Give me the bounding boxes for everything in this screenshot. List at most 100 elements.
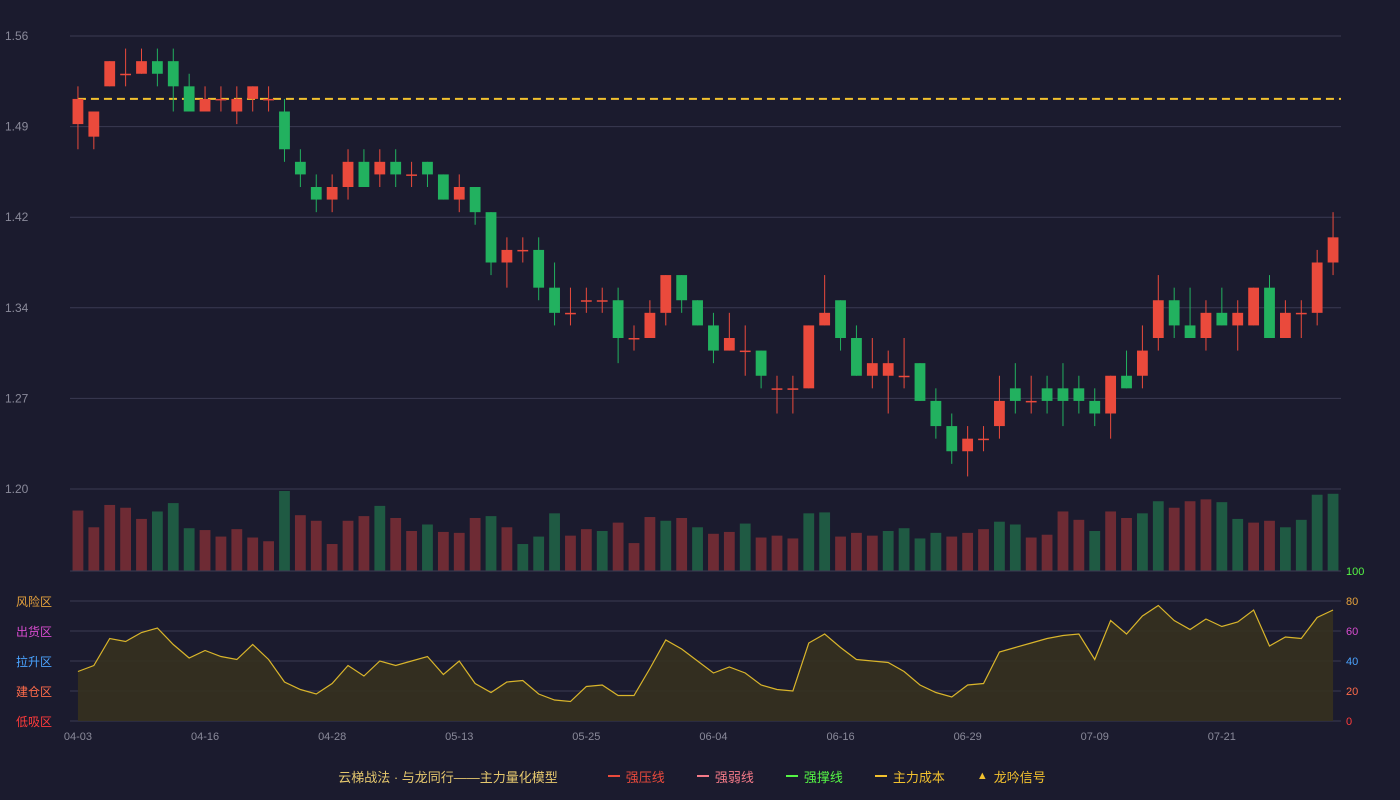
candle-body bbox=[723, 338, 735, 351]
candle-body bbox=[1279, 312, 1291, 338]
legend-item-strength-line[interactable]: 强弱线 bbox=[696, 767, 754, 786]
zone-label: 风险区 bbox=[16, 594, 52, 609]
candle-body bbox=[1168, 300, 1180, 326]
volume-bar bbox=[978, 529, 989, 571]
candle-body bbox=[1216, 312, 1228, 326]
volume-bar bbox=[501, 527, 513, 571]
candle-body bbox=[628, 338, 640, 340]
candle-body bbox=[1137, 350, 1148, 376]
x-tick-label: 05-13 bbox=[445, 731, 473, 743]
legend-label: 强撑线 bbox=[803, 769, 843, 785]
legend-item-strong-pressure[interactable]: 强压线 bbox=[607, 767, 665, 786]
candle-body bbox=[1184, 325, 1196, 338]
volume-bar bbox=[1025, 537, 1037, 571]
x-tick-label: 04-03 bbox=[64, 731, 92, 743]
candle-body bbox=[946, 426, 958, 452]
volume-bar bbox=[676, 517, 688, 571]
candle-body bbox=[1073, 388, 1085, 401]
candle-body bbox=[1295, 312, 1307, 315]
price-tick-label: 1.20 bbox=[5, 482, 29, 496]
candle-body bbox=[279, 111, 290, 150]
candle-body bbox=[310, 187, 322, 200]
candle-body bbox=[803, 325, 815, 389]
candle-body bbox=[994, 400, 1005, 427]
candle-body bbox=[1121, 375, 1132, 389]
legend-item-dragon-signal[interactable]: ▲ 龙吟信号 bbox=[977, 767, 1046, 786]
candle-body bbox=[898, 375, 910, 378]
candle-body bbox=[1089, 400, 1101, 414]
candle-body bbox=[358, 161, 370, 187]
volume-bar bbox=[151, 511, 163, 571]
candle-body bbox=[422, 161, 433, 175]
x-tick-label: 07-21 bbox=[1208, 731, 1236, 743]
legend-label: 主力成本 bbox=[892, 769, 945, 785]
volume-bar bbox=[215, 536, 227, 571]
volume-bar bbox=[326, 544, 338, 571]
volume-bar bbox=[294, 515, 306, 571]
volume-bar bbox=[851, 532, 862, 571]
candle-body bbox=[692, 300, 703, 326]
volume-bar bbox=[1057, 511, 1069, 571]
chart-legend: 云梯战法 · 与龙同行——主力量化模型 强压线 强弱线 强撑线 主力成本 ▲ 龙… bbox=[0, 766, 1400, 786]
volume-bar bbox=[1216, 502, 1228, 571]
volume-bar bbox=[771, 535, 783, 571]
x-tick-label: 05-25 bbox=[572, 731, 600, 743]
candle-body bbox=[866, 363, 878, 376]
candle-body bbox=[851, 338, 862, 376]
candle-body bbox=[565, 312, 576, 315]
x-tick-label: 06-16 bbox=[826, 731, 854, 743]
volume-bar bbox=[898, 528, 910, 571]
candle-body bbox=[485, 212, 497, 263]
volume-bar bbox=[1200, 499, 1212, 571]
volume-bar bbox=[72, 510, 84, 571]
candle-body bbox=[453, 187, 465, 200]
volume-bar bbox=[930, 532, 942, 571]
volume-bar bbox=[1041, 534, 1053, 571]
candle-body bbox=[930, 400, 942, 427]
candle-body bbox=[517, 249, 529, 252]
candle-body bbox=[1025, 400, 1037, 403]
volume-bar bbox=[88, 527, 100, 571]
candle-body bbox=[120, 73, 132, 76]
volume-bar bbox=[628, 543, 640, 571]
candle-body bbox=[247, 86, 259, 99]
volume-bar bbox=[1121, 517, 1132, 571]
legend-swatch-solid-green bbox=[785, 775, 798, 777]
x-tick-label: 06-29 bbox=[954, 731, 982, 743]
price-tick-label: 1.42 bbox=[5, 210, 29, 224]
osc-tick-label: 60 bbox=[1346, 626, 1358, 638]
candle-body bbox=[580, 300, 592, 302]
volume-bar bbox=[755, 537, 767, 571]
legend-title: 云梯战法 · 与龙同行——主力量化模型 bbox=[338, 769, 558, 785]
volume-bar bbox=[835, 536, 846, 571]
candle-body bbox=[644, 312, 656, 338]
legend-item-strong-support[interactable]: 强撑线 bbox=[785, 767, 843, 786]
volume-bar bbox=[1264, 520, 1275, 571]
volume-bar bbox=[914, 538, 926, 571]
candle-body bbox=[215, 98, 227, 101]
volume-bar bbox=[708, 533, 719, 571]
candle-body bbox=[183, 86, 195, 112]
candle-body bbox=[151, 61, 163, 74]
candle-body bbox=[787, 388, 799, 390]
volume-bar bbox=[120, 507, 132, 571]
candle-body bbox=[231, 98, 243, 112]
volume-bar bbox=[1327, 493, 1339, 571]
osc-tick-label: 20 bbox=[1346, 686, 1358, 698]
volume-bar bbox=[183, 528, 195, 571]
candle-body bbox=[755, 350, 767, 376]
volume-bar bbox=[390, 517, 402, 571]
price-tick-label: 1.56 bbox=[5, 29, 29, 43]
candle-body bbox=[1152, 300, 1164, 338]
candle-body bbox=[72, 98, 84, 125]
volume-bar bbox=[199, 530, 211, 571]
osc-tick-label: 0 bbox=[1346, 716, 1352, 728]
legend-item-main-cost[interactable]: 主力成本 bbox=[874, 767, 945, 786]
volume-bar bbox=[723, 531, 735, 571]
candle-body bbox=[1009, 388, 1021, 401]
osc-tick-label: 100 bbox=[1346, 566, 1364, 578]
candle-body bbox=[708, 325, 719, 351]
volume-bar bbox=[104, 504, 116, 571]
candle-body bbox=[326, 187, 338, 200]
zone-label: 出货区 bbox=[16, 624, 52, 639]
